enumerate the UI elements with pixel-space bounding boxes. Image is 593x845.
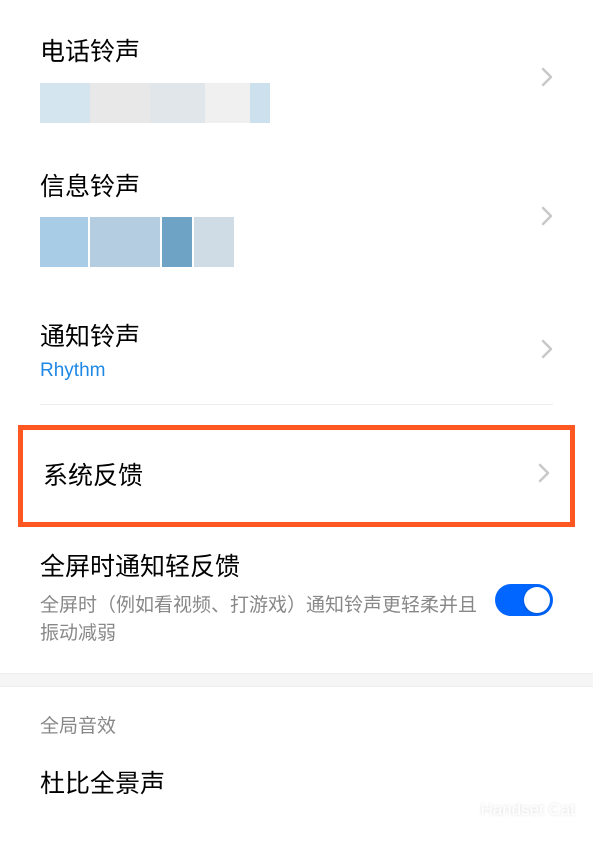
item-description: 全屏时（例如看视频、打游戏）通知铃声更轻柔并且振动减弱 (40, 592, 479, 649)
chevron-right-icon (541, 206, 553, 231)
item-title: 信息铃声 (40, 171, 525, 204)
item-value: Rhythm (40, 360, 525, 382)
blurred-content (40, 83, 525, 123)
system-feedback-item[interactable]: 系统反馈 (18, 425, 575, 528)
item-content: 全屏时通知轻反馈 全屏时（例如看视频、打游戏）通知铃声更轻柔并且振动减弱 (40, 551, 479, 649)
item-title: 全屏时通知轻反馈 (40, 551, 479, 584)
watermark-text: Handset Cat (481, 800, 576, 820)
watermark-icon (443, 795, 473, 825)
item-title: 通知铃声 (40, 321, 525, 354)
chevron-right-icon (541, 339, 553, 364)
toggle-switch[interactable] (495, 584, 553, 616)
blurred-content (40, 217, 525, 267)
item-content: 信息铃声 (40, 171, 525, 268)
item-title: 系统反馈 (43, 460, 522, 493)
item-content: 电话铃声 (40, 36, 525, 123)
chevron-right-icon (541, 67, 553, 92)
section-header: 全局音效 (0, 687, 593, 748)
item-title: 电话铃声 (40, 36, 525, 69)
phone-ringtone-item[interactable]: 电话铃声 (0, 8, 593, 145)
settings-list: 电话铃声 信息铃声 (0, 0, 593, 810)
item-content: 系统反馈 (43, 460, 522, 493)
item-content: 通知铃声 Rhythm (40, 321, 525, 382)
chevron-right-icon (538, 463, 550, 488)
section-gap (0, 673, 593, 687)
notification-ringtone-item[interactable]: 通知铃声 Rhythm (0, 293, 593, 404)
sms-ringtone-item[interactable]: 信息铃声 (0, 145, 593, 294)
fullscreen-feedback-item: 全屏时通知轻反馈 全屏时（例如看视频、打游戏）通知铃声更轻柔并且振动减弱 (0, 527, 593, 673)
watermark: Handset Cat (443, 795, 576, 825)
